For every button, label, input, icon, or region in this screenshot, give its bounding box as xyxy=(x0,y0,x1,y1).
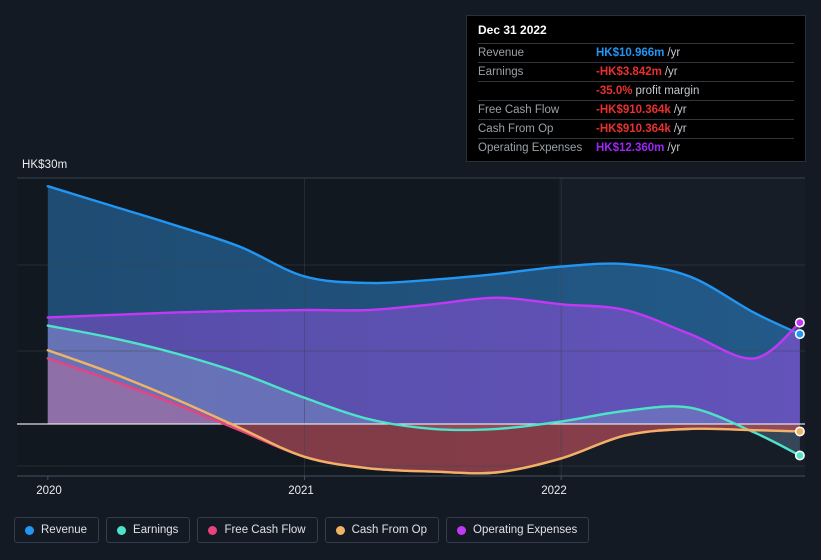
legend-item[interactable]: Revenue xyxy=(14,517,100,543)
tooltip-row-value: -HK$3.842m xyxy=(596,66,662,78)
legend-color-dot-icon xyxy=(208,525,218,535)
tooltip-row: Cash From Op -HK$910.364k/yr xyxy=(478,119,794,138)
tooltip-rows: Revenue HK$10.966m/yr Earnings -HK$3.842m/y… xyxy=(478,43,794,157)
legend-color-dot-icon xyxy=(25,525,34,535)
tooltip-row-value: -HK$910.364k xyxy=(596,123,671,135)
legend-item[interactable]: Earnings xyxy=(106,517,191,543)
tooltip-row: Free Cash Flow -HK$910.364k/yr xyxy=(478,100,794,119)
legend-item-label: Free Cash Flow xyxy=(224,524,306,536)
tooltip-row-label: Earnings xyxy=(478,66,524,78)
legend-item[interactable]: Free Cash Flow xyxy=(197,517,318,543)
tooltip-row-unit: /yr xyxy=(667,47,681,59)
tooltip-row-label: Cash From Op xyxy=(478,123,554,135)
tooltip-row-unit: /yr xyxy=(664,66,678,78)
legend-item[interactable]: Operating Expenses xyxy=(446,517,590,543)
tooltip-row-value: HK$12.360m xyxy=(596,142,665,154)
tooltip-row-unit: /yr xyxy=(673,123,687,135)
tooltip-row: Operating Expenses HK$12.360m/yr xyxy=(478,138,794,157)
tooltip-row: Earnings -HK$3.842m/yr xyxy=(478,62,794,81)
tooltip-date: Dec 31 2022 xyxy=(478,23,547,37)
chart-page: HK$30m HK$0 -HK$5m 2020 2021 2022 Dec 31… xyxy=(0,0,821,560)
legend-color-dot-icon xyxy=(457,525,467,535)
legend-item-label: Cash From Op xyxy=(351,524,428,536)
legend-item[interactable]: Cash From Op xyxy=(324,517,440,543)
tooltip-row: Revenue HK$10.966m/yr xyxy=(478,43,794,62)
tooltip-row-value: HK$10.966m xyxy=(596,47,665,59)
legend-item-label: Revenue xyxy=(41,524,88,536)
tooltip-row: -35.0% profit margin xyxy=(478,81,794,100)
chart-legend: Revenue Earnings Free Cash Flow Cash From O… xyxy=(14,517,590,543)
legend-color-dot-icon xyxy=(335,525,345,535)
data-tooltip: Dec 31 2022 Revenue HK$10.966m/yr Earnings… xyxy=(466,15,806,162)
legend-color-dot-icon xyxy=(117,525,127,535)
tooltip-row-label: Operating Expenses xyxy=(478,142,583,154)
legend-item-label: Earnings xyxy=(133,524,179,536)
tooltip-row-value: -35.0% xyxy=(596,85,633,97)
legend-item-label: Operating Expenses xyxy=(473,524,578,536)
tooltip-row-label: Free Cash Flow xyxy=(478,104,560,116)
tooltip-row-label: Revenue xyxy=(478,47,525,59)
tooltip-row-value: -HK$910.364k xyxy=(596,104,671,116)
tooltip-row-unit: profit margin xyxy=(635,85,700,97)
tooltip-row-unit: /yr xyxy=(673,104,687,116)
tooltip-row-unit: /yr xyxy=(667,142,681,154)
